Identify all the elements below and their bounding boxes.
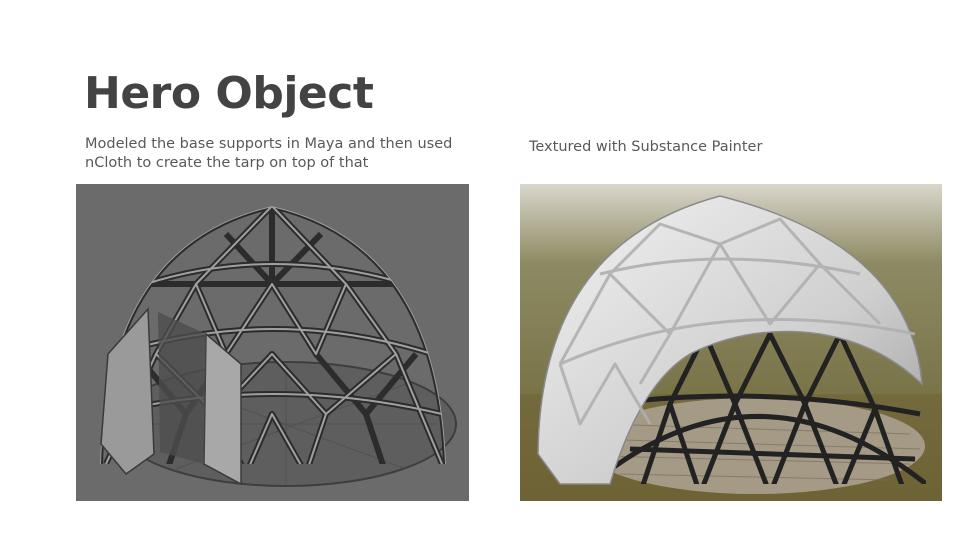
right-caption: Textured with Substance Painter — [529, 139, 763, 155]
maya-dome-model-image — [76, 184, 469, 501]
textured-dome-render-image — [520, 184, 942, 501]
left-caption: Modeled the base supports in Maya and th… — [85, 136, 453, 171]
slide-title: Hero Object — [84, 68, 374, 119]
